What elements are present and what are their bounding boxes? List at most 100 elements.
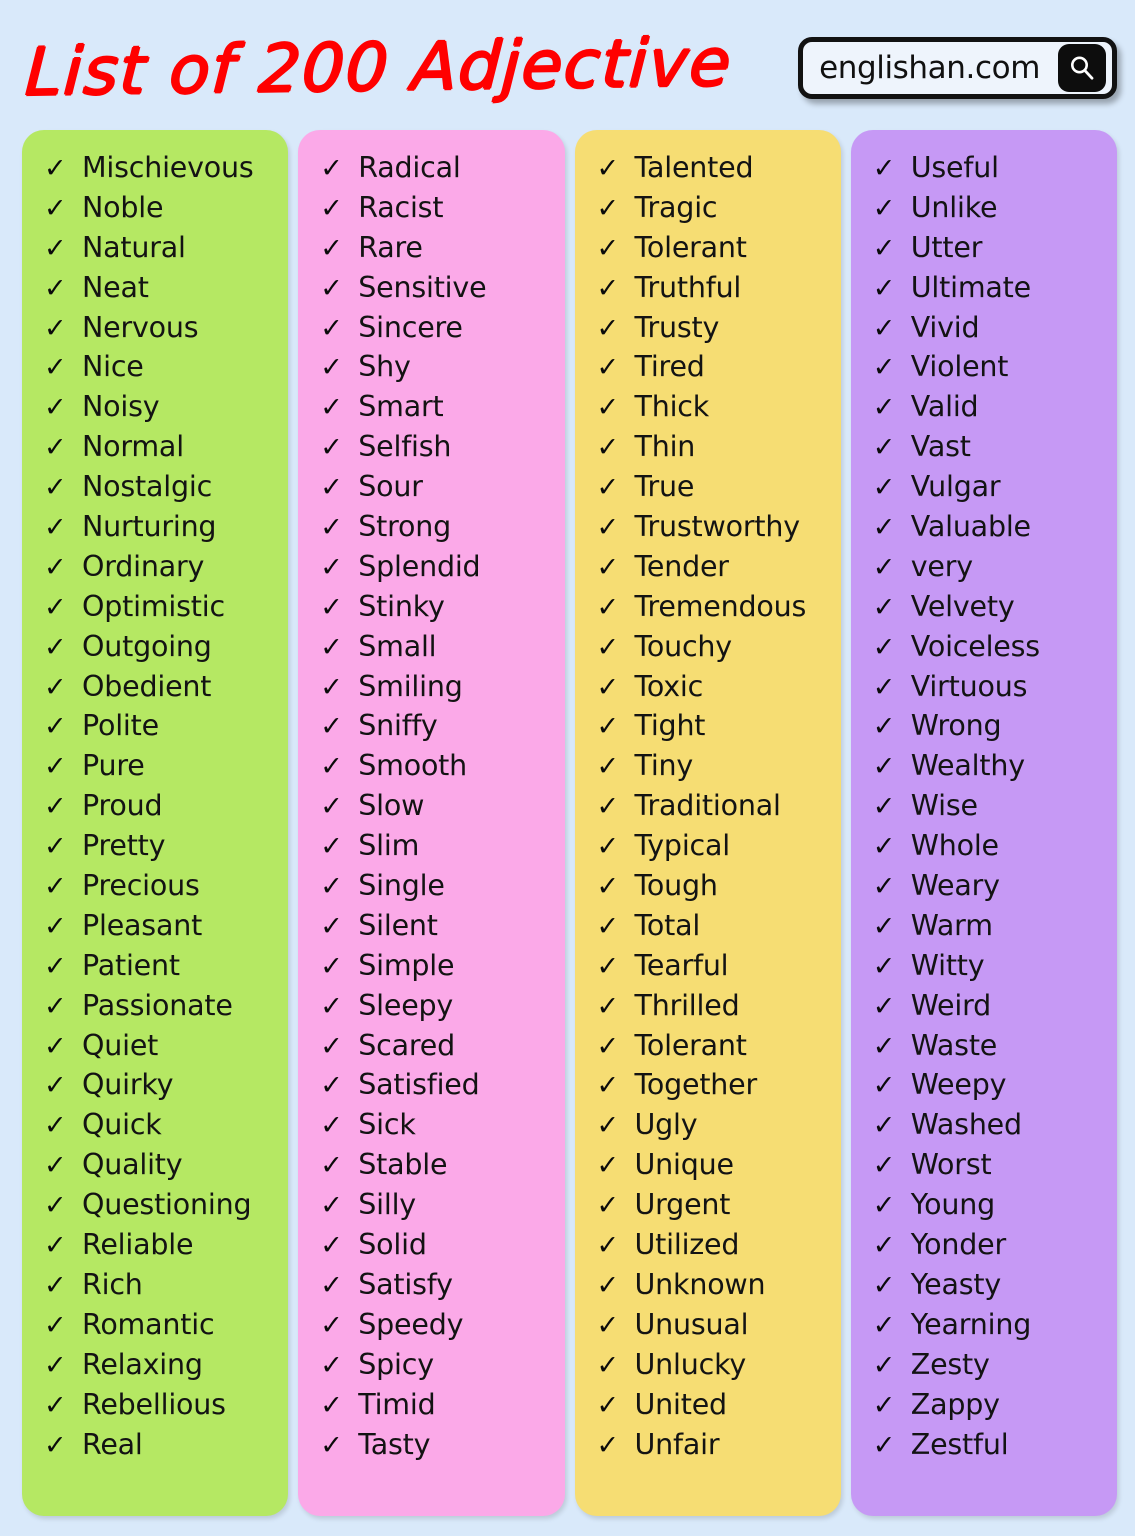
adjective-label: Zappy bbox=[910, 1387, 1000, 1421]
check-icon: ✓ bbox=[320, 711, 343, 743]
check-icon: ✓ bbox=[596, 591, 620, 623]
adjective-label: Precious bbox=[82, 869, 200, 903]
list-item: ✓ Slim bbox=[320, 826, 554, 866]
adjective-label: Solid bbox=[358, 1228, 427, 1262]
adjective-label: Yeasty bbox=[910, 1267, 1002, 1301]
check-icon: ✓ bbox=[320, 1070, 343, 1102]
list-item: ✓ Ordinary bbox=[44, 547, 278, 587]
adjective-label: Strong bbox=[358, 510, 451, 544]
list-item: ✓ Quality bbox=[44, 1145, 278, 1185]
list-item: ✓ Slow bbox=[320, 786, 554, 826]
adjective-label: Stinky bbox=[358, 589, 445, 623]
adjective-label: Tired bbox=[634, 350, 705, 384]
adjective-label: Noisy bbox=[82, 390, 160, 424]
adjective-label: Tremendous bbox=[634, 589, 807, 623]
check-icon: ✓ bbox=[872, 1269, 896, 1301]
adjective-label: Quality bbox=[82, 1148, 183, 1182]
adjective-label: Typical bbox=[634, 829, 731, 863]
list-item: ✓ Stinky bbox=[320, 587, 554, 627]
list-item: ✓ Natural bbox=[44, 228, 278, 268]
list-item: ✓ Quick bbox=[44, 1105, 278, 1145]
adjective-label: Quiet bbox=[82, 1028, 159, 1062]
check-icon: ✓ bbox=[872, 352, 896, 384]
adjective-label: Young bbox=[910, 1188, 996, 1222]
check-icon: ✓ bbox=[44, 1190, 67, 1222]
adjective-label: Outgoing bbox=[82, 629, 212, 663]
list-item: ✓ Sour bbox=[320, 467, 554, 507]
list-item: ✓ Sleepy bbox=[320, 986, 554, 1026]
check-icon: ✓ bbox=[872, 432, 896, 464]
adjective-columns: ✓ Mischievous ✓ Noble ✓ Natural ✓ Neat ✓ Nervous ✓… bbox=[0, 130, 1135, 1530]
check-icon: ✓ bbox=[320, 352, 343, 384]
check-icon: ✓ bbox=[872, 192, 896, 224]
search-button[interactable] bbox=[1058, 44, 1106, 92]
check-icon: ✓ bbox=[596, 392, 620, 424]
column-green: ✓ Mischievous ✓ Noble ✓ Natural ✓ Neat ✓ Nervous ✓… bbox=[22, 130, 289, 1516]
list-item: ✓ Wise bbox=[873, 786, 1107, 826]
check-icon: ✓ bbox=[596, 1190, 620, 1222]
list-item: ✓ Wealthy bbox=[873, 746, 1107, 786]
adjective-label: Romantic bbox=[82, 1307, 215, 1341]
check-icon: ✓ bbox=[596, 1429, 620, 1461]
site-url-label: englishan.com bbox=[819, 50, 1040, 86]
check-icon: ✓ bbox=[320, 791, 343, 823]
list-item: ✓ Tender bbox=[597, 547, 831, 587]
adjective-label: Questioning bbox=[82, 1188, 252, 1222]
list-item: ✓ Smiling bbox=[320, 667, 554, 707]
check-icon: ✓ bbox=[596, 910, 620, 942]
check-icon: ✓ bbox=[44, 711, 67, 743]
list-item: ✓ Single bbox=[320, 866, 554, 906]
list-item: ✓ Rebellious bbox=[44, 1385, 278, 1425]
adjective-label: Zesty bbox=[910, 1347, 990, 1381]
check-icon: ✓ bbox=[320, 1190, 343, 1222]
adjective-label: Toxic bbox=[634, 669, 704, 703]
adjective-label: Violent bbox=[910, 350, 1009, 384]
adjective-label: Velvety bbox=[910, 589, 1015, 623]
list-item: ✓ Waste bbox=[873, 1026, 1107, 1066]
list-item: ✓ Neat bbox=[44, 268, 278, 308]
adjective-label: Pure bbox=[82, 749, 145, 783]
adjective-label: Pretty bbox=[82, 829, 166, 863]
adjective-label: Nice bbox=[82, 350, 144, 384]
list-item: ✓ Urgent bbox=[597, 1185, 831, 1225]
list-item: ✓ Sick bbox=[320, 1105, 554, 1145]
check-icon: ✓ bbox=[596, 1070, 620, 1102]
adjective-label: Quick bbox=[82, 1108, 162, 1142]
adjective-label: Weird bbox=[910, 988, 992, 1022]
list-item: ✓ Utter bbox=[873, 228, 1107, 268]
check-icon: ✓ bbox=[872, 591, 896, 623]
adjective-label: Mischievous bbox=[82, 151, 254, 184]
adjective-label: Unique bbox=[634, 1148, 735, 1182]
site-search-bar[interactable]: englishan.com bbox=[798, 37, 1117, 99]
list-item: ✓ Nervous bbox=[44, 308, 278, 348]
adjective-label: Satisfied bbox=[358, 1068, 480, 1102]
list-item: ✓ Small bbox=[320, 627, 554, 667]
list-item: ✓ Pleasant bbox=[44, 906, 278, 946]
adjective-label: Touchy bbox=[634, 629, 733, 663]
check-icon: ✓ bbox=[872, 1349, 896, 1381]
adjective-label: Tolerant bbox=[634, 230, 747, 264]
list-item: ✓ Witty bbox=[873, 946, 1107, 986]
adjective-label: Truthful bbox=[634, 270, 742, 304]
list-item: ✓ Satisfy bbox=[320, 1265, 554, 1305]
check-icon: ✓ bbox=[320, 1230, 343, 1262]
check-icon: ✓ bbox=[596, 1150, 620, 1182]
list-item: ✓ United bbox=[597, 1385, 831, 1425]
check-icon: ✓ bbox=[44, 551, 67, 583]
check-icon: ✓ bbox=[596, 950, 620, 982]
check-icon: ✓ bbox=[596, 512, 620, 544]
check-icon: ✓ bbox=[596, 711, 620, 743]
check-icon: ✓ bbox=[596, 1349, 620, 1381]
list-item: ✓ Zesty bbox=[873, 1345, 1107, 1385]
list-item: ✓ Smart bbox=[320, 387, 554, 427]
adjective-label: Useful bbox=[910, 151, 999, 184]
list-item: ✓ Satisfied bbox=[320, 1065, 554, 1105]
list-item: ✓ Whole bbox=[873, 826, 1107, 866]
check-icon: ✓ bbox=[320, 1309, 343, 1341]
check-icon: ✓ bbox=[320, 591, 343, 623]
list-item: ✓ Zestful bbox=[873, 1425, 1107, 1465]
check-icon: ✓ bbox=[44, 1349, 67, 1381]
list-item: ✓ Thick bbox=[597, 387, 831, 427]
adjective-label: Unlike bbox=[910, 190, 998, 224]
check-icon: ✓ bbox=[320, 1429, 343, 1461]
